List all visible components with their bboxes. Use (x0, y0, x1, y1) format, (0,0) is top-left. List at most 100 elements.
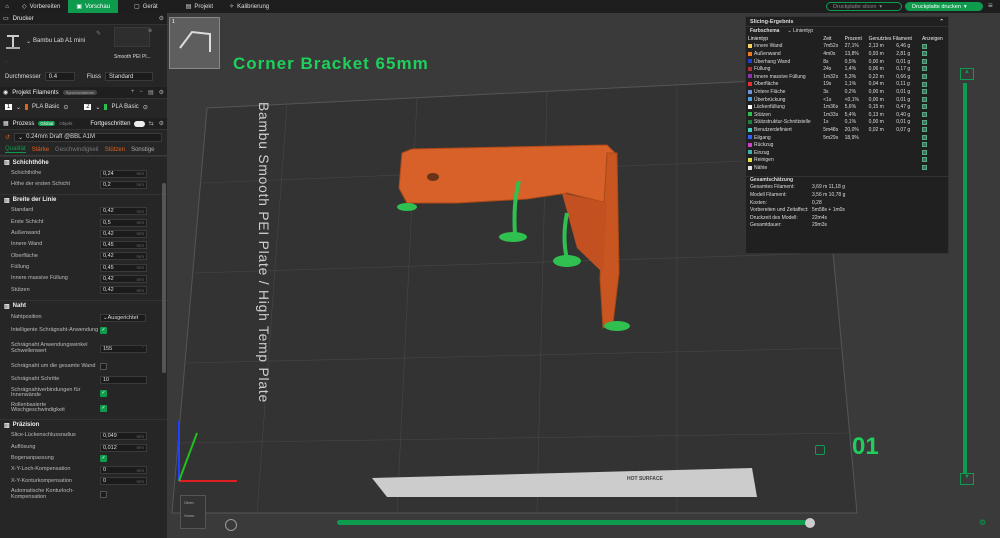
camera-view-icon[interactable] (225, 519, 237, 531)
sync-button[interactable]: Synchronisieren (62, 90, 98, 95)
settings-icon[interactable]: ⚙ (159, 120, 164, 127)
window-menu-icon[interactable]: ≡ (988, 1, 993, 10)
show-toggle-checkbox[interactable] (921, 89, 927, 95)
line-type-swatch (748, 150, 752, 155)
move-slider-handle[interactable] (805, 518, 815, 528)
param-input[interactable]: 0,42 mm (100, 252, 147, 261)
line-type-row: Stützstruktur-Schnittstelle 1s 0,1% 0,00… (746, 119, 948, 127)
summary-row: Druckzeit des Modell: 22m4s (750, 214, 828, 221)
auto-hole-comp-checkbox[interactable] (100, 491, 107, 499)
tab-stuetzen[interactable]: Stützen (105, 147, 125, 153)
print-plate-button[interactable]: Druckplatte drucken ▾ (905, 2, 983, 11)
chevron-down-icon[interactable]: ⌄ (16, 104, 21, 111)
param-input[interactable]: 0,42 mm (100, 286, 147, 295)
plate-type-select[interactable]: Smooth PEI Pl... (114, 54, 151, 60)
param-input[interactable]: 0,5 mm (100, 218, 147, 227)
line-type-row: Außenwand 4m0s 13,8% 0,93 m 2,81 g (746, 50, 948, 58)
param-input[interactable]: 0,049 mm (100, 432, 147, 441)
param-input[interactable]: 0,45 mm (100, 241, 147, 250)
tab-geschwindigkeit[interactable]: Geschwindigkeit (55, 147, 99, 153)
reset-icon[interactable]: ↺ (5, 134, 10, 141)
plate-thumbnail[interactable]: 1 (169, 17, 220, 69)
param-input[interactable]: 0,42 mm (100, 275, 147, 284)
settings-icon[interactable]: ⚙ (159, 89, 164, 96)
filament-settings-icon[interactable]: ⊙ (63, 104, 68, 111)
seam-position-select[interactable]: ⌄ Ausgerichtet (100, 313, 146, 322)
show-toggle-checkbox[interactable] (921, 134, 927, 140)
global-toggle[interactable]: Global (38, 121, 56, 126)
plate-type-thumbnail[interactable] (114, 27, 150, 47)
show-toggle-checkbox[interactable] (921, 81, 927, 87)
edit-printer-icon[interactable]: ✎ (96, 30, 101, 37)
param-input[interactable]: 0,45 mm (100, 263, 147, 272)
show-toggle-checkbox[interactable] (921, 149, 927, 155)
show-toggle-checkbox[interactable] (921, 111, 927, 117)
show-toggle-checkbox[interactable] (921, 58, 927, 64)
layer-slider[interactable] (963, 83, 967, 473)
chevron-down-icon[interactable]: ⌄ (95, 104, 100, 111)
scarf-steps-input[interactable]: 10 (100, 375, 147, 384)
tab-sonstige[interactable]: Sonstige (131, 147, 154, 153)
slice-plate-button[interactable]: Druckplatte slicen ▾ (826, 2, 902, 11)
show-toggle-checkbox[interactable] (921, 165, 927, 171)
show-toggle-checkbox[interactable] (921, 66, 927, 72)
tab-kalibrierung[interactable]: ✧ Kalibrierung (221, 0, 277, 13)
param-input[interactable]: 0,012 mm (100, 443, 147, 452)
close-icon[interactable]: ⊗ (148, 28, 152, 34)
add-icon[interactable]: + (131, 89, 135, 96)
scarf-angle-input[interactable]: 155 ° (100, 344, 147, 353)
show-toggle-checkbox[interactable] (921, 51, 927, 57)
tab-projekt[interactable]: ▤ Projekt (178, 0, 221, 13)
param-input[interactable]: 0,42 mm (100, 229, 147, 238)
advanced-toggle[interactable] (134, 120, 145, 127)
param-input[interactable]: 0,24 mm (100, 169, 147, 178)
tab-geraet[interactable]: ▢ Gerät (126, 0, 166, 13)
filament-color-swatch[interactable] (25, 104, 29, 110)
show-toggle-checkbox[interactable] (921, 73, 927, 79)
flow-select[interactable]: Standard (105, 72, 154, 81)
arc-fitting-checkbox[interactable]: ✓ (100, 455, 107, 463)
show-toggle-checkbox[interactable] (921, 142, 927, 148)
settings-icon[interactable]: ⚙ (979, 518, 986, 527)
layer-top-handle[interactable]: ▲ (960, 68, 974, 80)
filament-edit-icon[interactable]: ▤ (148, 89, 154, 96)
view-cube[interactable]: Oben Vorne (180, 495, 206, 529)
param-input[interactable]: 0 mm (100, 477, 147, 486)
process-preset-select[interactable]: ⌄ 0.24mm Draft @BBL A1M (14, 132, 162, 142)
tab-vorschau[interactable]: ▣ Vorschau (68, 0, 119, 13)
scarf-whole-wall-checkbox[interactable] (100, 363, 107, 371)
collapse-icon[interactable]: ⌃ (939, 19, 944, 25)
sidebar-scrollbar[interactable] (162, 183, 166, 373)
filament-settings-icon[interactable]: ⊙ (143, 104, 148, 111)
show-toggle-checkbox[interactable] (921, 96, 927, 102)
object-toggle[interactable]: Objekt (59, 121, 72, 126)
filament-color-swatch[interactable] (104, 104, 108, 110)
home-icon[interactable]: ⌂ (0, 0, 14, 13)
printer-select[interactable]: ⌄ Bambu Lab A1 mini (26, 38, 85, 45)
tab-qualitaet[interactable]: Qualität (5, 146, 26, 153)
show-toggle-checkbox[interactable] (921, 104, 927, 110)
layer-bottom-handle[interactable]: ▼ (960, 473, 974, 485)
tab-vorbereiten[interactable]: ◇ Vorbereiten (14, 0, 68, 13)
param-input[interactable]: 0,42 mm (100, 207, 147, 216)
settings-icon[interactable]: ⚙ (159, 15, 164, 22)
color-scheme-select[interactable]: ⌄ Linientyp (787, 28, 813, 34)
plate-lock-icon[interactable] (815, 445, 825, 455)
show-toggle-checkbox[interactable] (921, 127, 927, 133)
move-slider[interactable] (337, 520, 807, 525)
compare-icon[interactable]: ⇆ (149, 120, 154, 127)
roller-wipe-checkbox[interactable]: ✓ (100, 404, 107, 412)
show-toggle-checkbox[interactable] (921, 43, 927, 49)
show-toggle-checkbox[interactable] (921, 119, 927, 125)
color-scheme-row: Farbschema ⌄ Linientyp (750, 28, 814, 34)
param-input[interactable]: 0 mm (100, 466, 147, 475)
remove-icon[interactable]: − (139, 89, 143, 96)
param-row: Schrägnaht Schritte 10 (0, 374, 167, 385)
param-input[interactable]: 0,2 mm (100, 180, 147, 189)
smart-scarf-checkbox[interactable]: ✓ (100, 327, 107, 335)
nozzle-diameter-select[interactable]: 0.4 (44, 72, 75, 81)
param-row: Automatische Konturloch-Kompensation (0, 487, 167, 502)
tab-staerke[interactable]: Stärke (32, 147, 49, 153)
scarf-inner-walls-checkbox[interactable]: ✓ (100, 389, 107, 397)
show-toggle-checkbox[interactable] (921, 157, 927, 163)
